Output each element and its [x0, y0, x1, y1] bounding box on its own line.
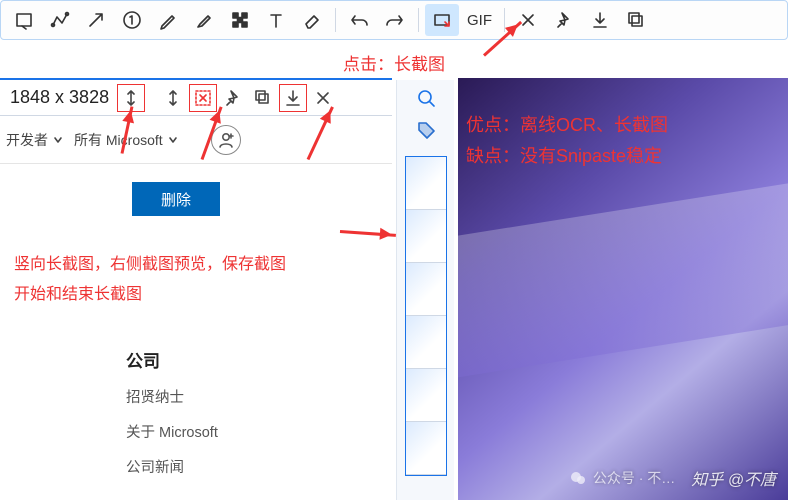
gif-button[interactable]: GIF [461, 4, 498, 36]
separator [418, 8, 419, 32]
breadcrumb-developers[interactable]: 开发者 [6, 130, 64, 150]
cons-text: 没有Snipaste稳定 [520, 146, 662, 166]
main-toolbar: GIF [0, 0, 788, 40]
review-text: 优点：离线OCR、长截图 缺点：没有Snipaste稳定 [466, 110, 668, 171]
rect-select-icon[interactable] [7, 4, 41, 36]
polyline-icon[interactable] [43, 4, 77, 36]
scroll-toggle-icon[interactable] [159, 84, 187, 112]
arrow-icon[interactable] [79, 4, 113, 36]
pros-label: 优点： [466, 115, 520, 135]
watermark: 公众号 · 不… 知乎 @不唐 [569, 466, 776, 490]
long-screenshot-icon[interactable] [425, 4, 459, 36]
avatar[interactable] [211, 125, 241, 155]
text-icon[interactable] [259, 4, 293, 36]
annotation-top: 点击：长截图 [0, 50, 788, 75]
number-circle-icon[interactable] [115, 4, 149, 36]
delete-button[interactable]: 删除 [132, 182, 220, 216]
company-link[interactable]: 关于 Microsoft [126, 421, 392, 442]
undo-icon[interactable] [342, 4, 376, 36]
pencil-icon[interactable] [151, 4, 185, 36]
company-heading: 公司 [126, 347, 392, 372]
annotation-mid-line1: 竖向长截图，右侧截图预览，保存截图 [14, 250, 392, 280]
download-icon[interactable] [583, 4, 617, 36]
copy-icon[interactable] [249, 84, 277, 112]
zhihu-watermark: 知乎 @不唐 [691, 466, 776, 490]
annotation-mid-line2: 开始和结束长截图 [14, 280, 392, 310]
pros-text: 离线OCR、长截图 [520, 115, 668, 135]
zoom-icon[interactable] [414, 86, 438, 110]
copy-icon[interactable] [619, 4, 653, 36]
dimensions-display: 1848 x 3828 [4, 87, 115, 108]
scroll-preview-thumbnail[interactable] [405, 156, 447, 476]
cons-label: 缺点： [466, 146, 520, 166]
captured-window: 1848 x 3828 开发者 所有 Microsoft 删除 竖向长截图，右侧… [0, 78, 392, 500]
redo-icon[interactable] [378, 4, 412, 36]
annotation-mid: 竖向长截图，右侧截图预览，保存截图 开始和结束长截图 [14, 250, 392, 311]
browser-breadcrumb-bar: 开发者 所有 Microsoft [0, 116, 392, 164]
footer-company-section: 公司 招贤纳士 关于 Microsoft 公司新闻 [126, 347, 392, 477]
pin-icon[interactable] [547, 4, 581, 36]
separator [335, 8, 336, 32]
download-icon[interactable] [279, 84, 307, 112]
tag-icon[interactable] [414, 118, 438, 142]
wechat-watermark: 公众号 · 不… [569, 468, 675, 488]
company-link[interactable]: 招贤纳士 [126, 386, 392, 407]
mosaic-icon[interactable] [223, 4, 257, 36]
background-panel: 优点：离线OCR、长截图 缺点：没有Snipaste稳定 公众号 · 不… 知乎… [458, 78, 788, 500]
preview-sidebar [396, 80, 454, 500]
highlighter-icon[interactable] [187, 4, 221, 36]
company-link[interactable]: 公司新闻 [126, 456, 392, 477]
eraser-icon[interactable] [295, 4, 329, 36]
